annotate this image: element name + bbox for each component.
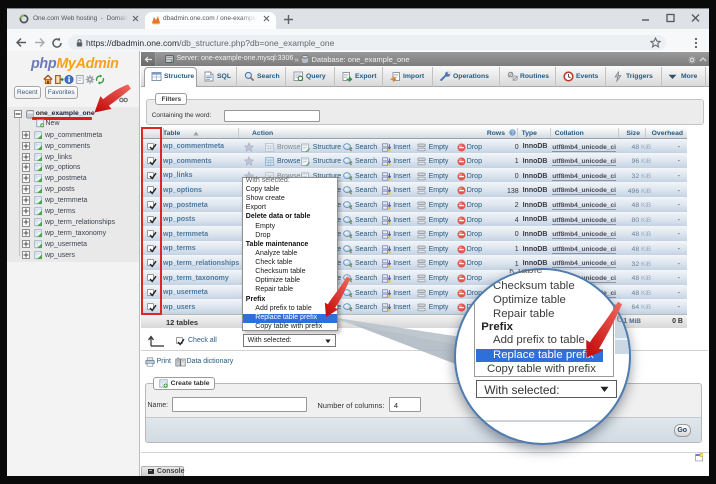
svg-text:?: ? (511, 131, 514, 137)
